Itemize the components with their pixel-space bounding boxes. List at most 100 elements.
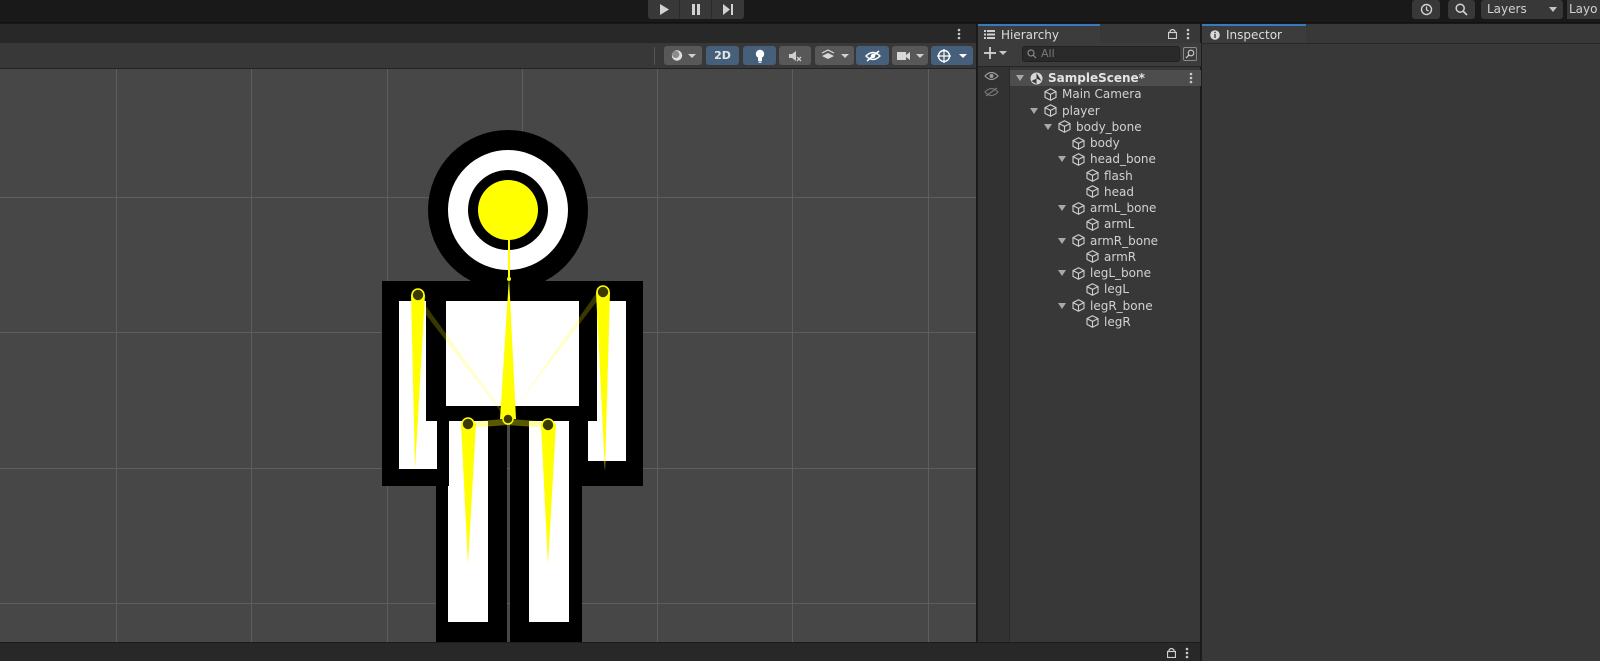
legL-bone-joint[interactable] <box>461 417 475 431</box>
fold-arrow-icon[interactable] <box>1016 75 1024 81</box>
more-options-icon[interactable] <box>957 28 961 40</box>
fold-arrow-icon[interactable] <box>1058 205 1066 211</box>
hierarchy-item-label: legR_bone <box>1090 298 1153 313</box>
hierarchy-item-body[interactable]: body <box>1010 135 1201 151</box>
play-icon <box>659 4 669 15</box>
inspector-panel: Inspector <box>1201 24 1600 661</box>
fold-arrow-icon[interactable] <box>1058 270 1066 276</box>
playmode-controls <box>648 0 744 19</box>
hierarchy-item-label: player <box>1062 103 1100 118</box>
pause-button[interactable] <box>680 0 712 19</box>
gameobject-cube-icon <box>1086 315 1099 329</box>
hierarchy-item-label: SampleScene* <box>1048 71 1145 85</box>
toggle-2d-button[interactable]: 2D <box>706 46 739 65</box>
hierarchy-scene-row[interactable]: SampleScene* <box>1010 70 1201 86</box>
gameobject-cube-icon <box>1072 201 1085 215</box>
hierarchy-item-label: legL_bone <box>1090 266 1151 280</box>
hierarchy-item-label: body <box>1090 136 1120 150</box>
inspector-divider <box>1202 43 1600 44</box>
more-options-icon[interactable] <box>1186 28 1190 40</box>
body-bone-joint[interactable] <box>502 413 514 425</box>
hierarchy-item-head-bone[interactable]: head_bone <box>1010 151 1201 167</box>
hierarchy-item-label: armR_bone <box>1090 233 1159 248</box>
hierarchy-item-legr[interactable]: legR <box>1010 314 1201 330</box>
gameobject-cube-icon <box>1086 282 1099 296</box>
hierarchy-item-label: Main Camera <box>1062 87 1142 102</box>
scene-canvas[interactable] <box>0 69 976 642</box>
info-icon <box>1210 29 1220 40</box>
fold-arrow-icon[interactable] <box>1058 156 1066 163</box>
hierarchy-item-label: armR <box>1104 249 1137 264</box>
scene-effects-dropdown[interactable] <box>815 46 854 65</box>
hierarchy-item-flash[interactable]: flash <box>1010 168 1201 184</box>
main-toolbar: Layers Layo <box>0 0 1600 23</box>
hierarchy-item-player[interactable]: player <box>1010 103 1201 119</box>
gameobject-cube-icon <box>1058 120 1071 134</box>
chevron-down-icon <box>999 51 1007 55</box>
fold-arrow-icon[interactable] <box>1058 302 1066 309</box>
toggle-2d-label: 2D <box>714 49 731 62</box>
search-button[interactable] <box>1448 0 1475 19</box>
draw-mode-dropdown[interactable] <box>664 46 702 65</box>
layers-dropdown[interactable]: Layers <box>1481 0 1563 19</box>
hierarchy-item-label: body_bone <box>1076 119 1142 134</box>
hierarchy-tab-label: Hierarchy <box>1001 27 1060 42</box>
step-button[interactable] <box>712 0 744 19</box>
search-options-button[interactable] <box>1183 47 1197 61</box>
hierarchy-item-legl-bone[interactable]: legL_bone <box>1010 265 1201 281</box>
hierarchy-item-arml-bone[interactable]: armL_bone <box>1010 200 1201 216</box>
list-icon <box>984 30 995 39</box>
hierarchy-item-armr[interactable]: armR <box>1010 249 1201 265</box>
scene-audio-toggle[interactable] <box>779 46 811 65</box>
armL-bone-joint[interactable] <box>411 288 425 302</box>
gameobject-cube-icon <box>1086 169 1099 182</box>
hierarchy-item-body-bone[interactable]: body_bone <box>1010 119 1201 135</box>
gameobject-cube-icon <box>1086 217 1099 231</box>
history-icon <box>1420 3 1432 16</box>
effects-layers-icon <box>821 49 849 59</box>
hierarchy-item-label: armL <box>1104 217 1135 232</box>
gameobject-cube-icon <box>1072 152 1085 166</box>
hierarchy-item-armr-bone[interactable]: armR_bone <box>1010 233 1201 249</box>
hierarchy-panel: Hierarchy All SampleScene* Main Camera pla… <box>977 24 1201 642</box>
zoom-search-icon <box>1185 49 1195 59</box>
hierarchy-item-label: flash <box>1104 168 1133 183</box>
scene-lighting-toggle[interactable] <box>743 46 776 65</box>
tab-hierarchy[interactable]: Hierarchy <box>978 24 1100 43</box>
layout-dropdown[interactable]: Layo <box>1567 0 1600 19</box>
tab-inspector[interactable]: Inspector <box>1202 24 1306 43</box>
eye-icon[interactable] <box>984 71 999 81</box>
hierarchy-search-input[interactable]: All <box>1022 46 1180 62</box>
scene-camera-dropdown[interactable] <box>892 46 928 65</box>
undo-history-button[interactable] <box>1412 0 1440 19</box>
scene-tab-bar <box>0 24 976 43</box>
gameobject-cube-icon <box>1086 250 1099 264</box>
fold-arrow-icon[interactable] <box>1058 237 1066 244</box>
play-button[interactable] <box>648 0 680 19</box>
search-icon <box>1027 49 1037 59</box>
fold-arrow-icon[interactable] <box>1030 107 1038 114</box>
fold-arrow-icon[interactable] <box>1044 123 1052 130</box>
step-icon <box>722 4 733 15</box>
more-options-icon[interactable] <box>1185 647 1189 659</box>
hierarchy-item-legr-bone[interactable]: legR_bone <box>1010 298 1201 314</box>
gameobject-cube-icon <box>1044 87 1057 101</box>
scene-visibility-toggle[interactable] <box>856 46 889 65</box>
hierarchy-item-legl[interactable]: legL <box>1010 281 1201 297</box>
scene-more-options-icon[interactable] <box>1189 72 1193 87</box>
armR-bone-joint[interactable] <box>596 285 610 299</box>
lock-icon[interactable] <box>1167 647 1176 658</box>
hierarchy-item-main-camera[interactable]: Main Camera <box>1010 86 1201 102</box>
gizmos-dropdown[interactable] <box>931 46 973 65</box>
lightbulb-icon <box>755 49 764 63</box>
scene-render <box>0 69 976 642</box>
hierarchy-item-arml[interactable]: armL <box>1010 216 1201 232</box>
lock-icon[interactable] <box>1168 28 1177 39</box>
hierarchy-item-head[interactable]: head <box>1010 184 1201 200</box>
hidden-eye-icon[interactable] <box>984 87 999 97</box>
hierarchy-header: All <box>978 43 1201 67</box>
legR-bone-joint[interactable] <box>541 418 555 432</box>
inspector-tab-label: Inspector <box>1226 27 1282 42</box>
chevron-down-icon <box>1549 7 1557 12</box>
create-button[interactable] <box>984 47 1007 59</box>
